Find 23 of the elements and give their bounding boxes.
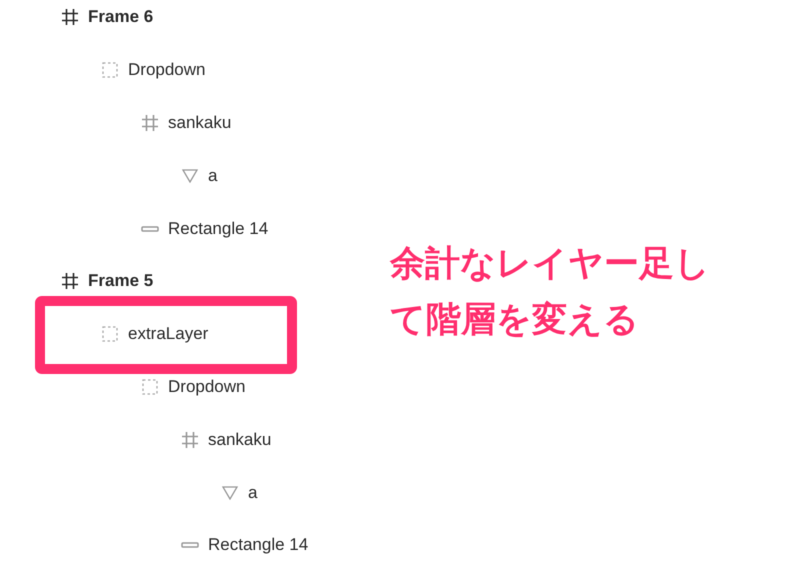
layer-name[interactable]: a (208, 166, 218, 186)
layer-name[interactable]: Rectangle 14 (168, 218, 268, 239)
rectangle-icon (141, 226, 159, 232)
layer-name[interactable]: extraLayer (128, 324, 208, 344)
layer-name[interactable]: sankaku (168, 112, 232, 133)
triangle-icon (222, 486, 238, 500)
layer-name[interactable]: Dropdown (168, 376, 246, 397)
dashed-square-icon (142, 378, 158, 395)
frame-icon (61, 272, 79, 290)
triangle-icon (182, 168, 198, 183)
frame-icon (61, 8, 79, 26)
layer-name[interactable]: Dropdown (128, 60, 206, 80)
dashed-square-icon (102, 62, 118, 78)
layer-name[interactable]: sankaku (208, 430, 272, 450)
layer-name[interactable]: Frame 5 (88, 271, 154, 292)
layer-name[interactable]: Frame 6 (88, 7, 154, 28)
layer-name[interactable]: Rectangle 14 (208, 535, 308, 556)
annotation-text: 余計なレイヤー足して階層を変える (390, 243, 711, 341)
layer-name[interactable]: a (248, 482, 258, 503)
frame-icon (141, 114, 159, 132)
frame-icon (181, 430, 199, 449)
dashed-square-icon (102, 326, 118, 342)
rectangle-icon (181, 542, 199, 548)
